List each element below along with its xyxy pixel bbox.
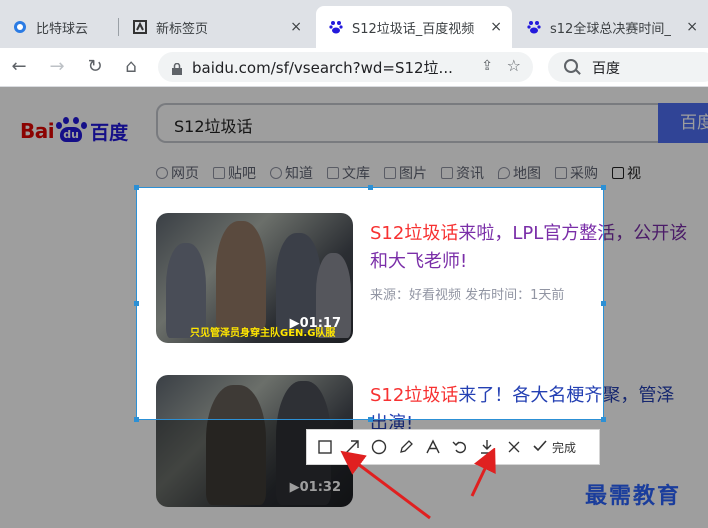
tab-title: s12全球总决赛时间_: [550, 21, 671, 37]
side-search-box[interactable]: 百度: [548, 52, 708, 82]
tab-finals-time[interactable]: s12全球总决赛时间_ ×: [514, 6, 708, 48]
tab-active-video[interactable]: S12垃圾话_百度视频 ×: [316, 6, 512, 48]
dim-overlay: [0, 187, 136, 420]
close-icon[interactable]: ×: [490, 19, 502, 35]
home-icon[interactable]: ⌂: [120, 56, 142, 77]
blue-circle-icon: [12, 19, 28, 35]
annotation-arrow: [470, 448, 496, 497]
tab-title: 比特球云: [36, 21, 89, 37]
forward-icon[interactable]: →: [46, 56, 68, 77]
tab-newtab[interactable]: 新标签页 ×: [120, 6, 312, 48]
search-engine-label: 百度: [592, 61, 620, 77]
confirm-label: 完成: [552, 440, 577, 455]
url-text: baidu.com/sf/vsearch?wd=S12垃...: [192, 59, 453, 77]
tab-title: 新标签页: [156, 21, 209, 37]
address-bar[interactable]: baidu.com/sf/vsearch?wd=S12垃... ⇪ ☆: [158, 52, 533, 82]
toolbar: ← → ↻ ⌂ baidu.com/sf/vsearch?wd=S12垃... …: [0, 48, 708, 87]
resize-handle[interactable]: [368, 185, 373, 190]
lock-icon: [172, 60, 182, 75]
tab-bitball[interactable]: 比特球云: [0, 6, 118, 48]
resize-handle[interactable]: [368, 417, 373, 422]
resize-handle[interactable]: [601, 185, 606, 190]
resize-handle[interactable]: [134, 301, 139, 306]
close-icon[interactable]: ×: [686, 19, 698, 35]
resize-handle[interactable]: [601, 417, 606, 422]
bookmark-star-icon[interactable]: ☆: [507, 56, 521, 75]
baidu-paw-icon: [526, 19, 542, 35]
baidu-paw-icon: [328, 19, 344, 35]
reload-icon[interactable]: ↻: [84, 56, 106, 77]
close-icon[interactable]: ×: [290, 19, 302, 35]
resize-handle[interactable]: [134, 185, 139, 190]
dim-overlay: [604, 187, 708, 420]
tab-title: S12垃圾话_百度视频: [352, 21, 475, 37]
tab-strip: 比特球云 新标签页 × S12垃圾话_百度视频 × s12全球总决赛时间_ ×: [0, 0, 708, 48]
dim-overlay: [0, 87, 708, 187]
watermark: 最需教育: [585, 483, 682, 509]
resize-handle[interactable]: [134, 417, 139, 422]
share-icon[interactable]: ⇪: [481, 58, 493, 74]
newtab-icon: [132, 19, 148, 35]
confirm-button[interactable]: 完成: [533, 435, 576, 459]
capture-selection[interactable]: [136, 187, 604, 420]
back-icon[interactable]: ←: [8, 56, 30, 77]
annotation-arrow: [340, 450, 431, 520]
confirm-icon: [533, 439, 547, 455]
resize-handle[interactable]: [601, 301, 606, 306]
cancel-icon[interactable]: [502, 435, 526, 459]
tab-separator: [118, 18, 119, 36]
search-icon: [564, 59, 578, 73]
